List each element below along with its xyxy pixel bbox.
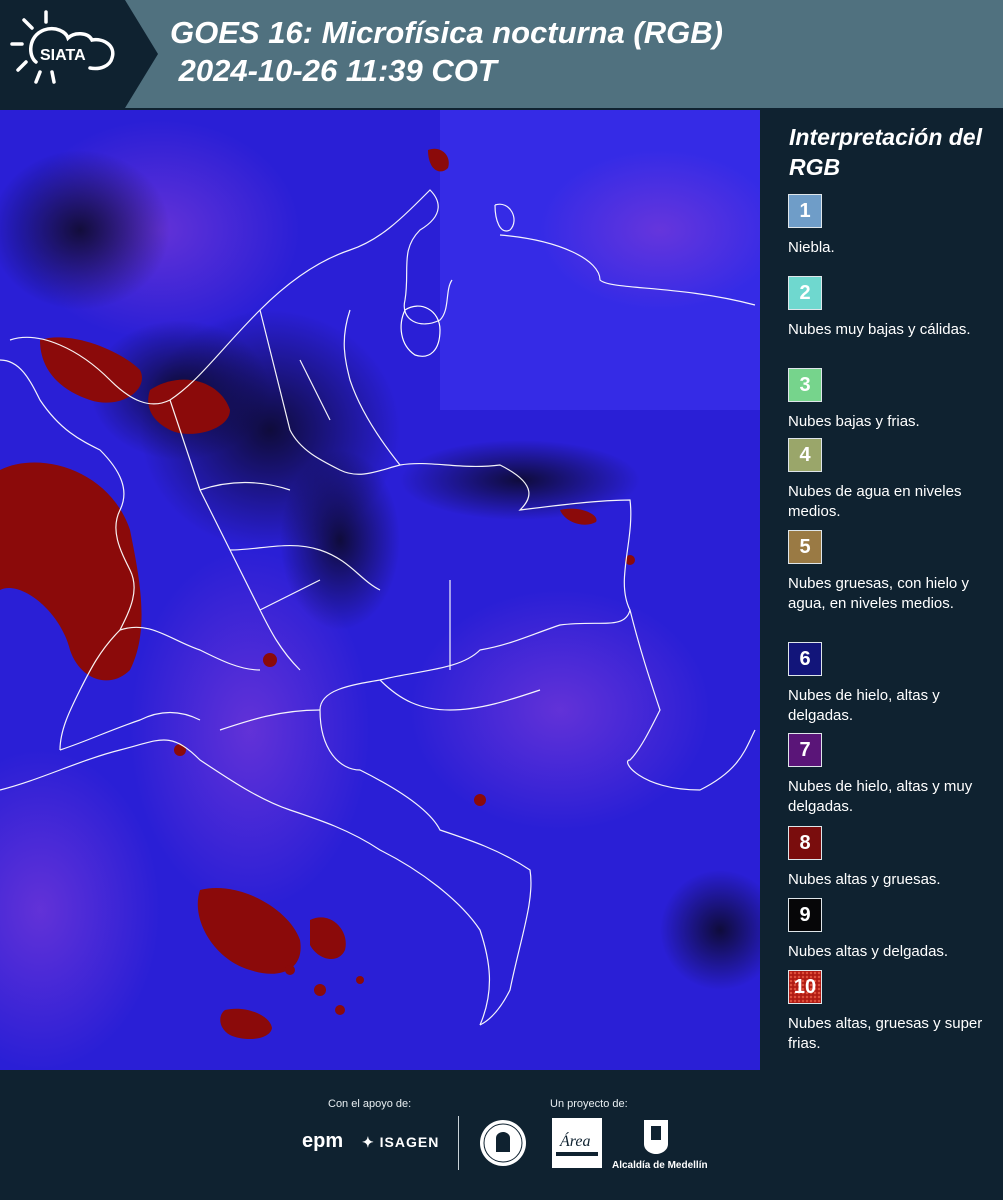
legend-label: Nubes altas y gruesas.: [788, 871, 941, 888]
legend-swatch: 2: [788, 276, 822, 310]
footer-divider: [458, 1116, 459, 1170]
legend-item-3: 3 Nubes bajas y frias.: [788, 368, 998, 432]
alcaldia-shield-icon[interactable]: [642, 1118, 670, 1156]
alcaldia-label: Alcaldía de Medellín: [612, 1160, 708, 1171]
legend-swatch: 6: [788, 642, 822, 676]
satellite-image: [0, 110, 760, 1070]
title-line-2: 2024-10-26 11:39 COT: [170, 53, 497, 88]
legend-label: Nubes altas, gruesas y super frias.: [788, 1015, 983, 1052]
legend-label: Nubes muy bajas y cálidas.: [788, 321, 971, 338]
support-label: Con el apoyo de:: [328, 1098, 412, 1110]
title-line-1: GOES 16: Microfísica nocturna (RGB): [170, 15, 723, 50]
siata-logo-icon: SIATA: [0, 0, 158, 108]
legend-item-2: 2 Nubes muy bajas y cálidas.: [788, 276, 998, 340]
isagen-logo-text: ISAGEN: [379, 1134, 440, 1150]
area-metropolitana-logo[interactable]: Área: [552, 1118, 602, 1168]
legend-label: Nubes de agua en niveles medios.: [788, 483, 962, 520]
project-label: Un proyecto de:: [550, 1098, 628, 1110]
legend-item-6: 6 Nubes de hielo, altas y delgadas.: [788, 642, 998, 726]
legend-swatch: 10: [788, 970, 822, 1004]
legend-label: Nubes de hielo, altas y muy delgadas.: [788, 778, 973, 815]
legend-label: Niebla.: [788, 239, 835, 256]
legend-panel: Interpretación del RGB 1 Niebla. 2 Nubes…: [762, 110, 1003, 1070]
legend-item-10: 10 Nubes altas, gruesas y super frias.: [788, 970, 998, 1054]
page-title: GOES 16: Microfísica nocturna (RGB) 2024…: [170, 14, 723, 90]
area-metropolitana-text: Área: [559, 1131, 591, 1150]
legend-swatch: 5: [788, 530, 822, 564]
siata-logo[interactable]: SIATA: [0, 0, 160, 108]
legend-item-8: 8 Nubes altas y gruesas.: [788, 826, 998, 890]
header-bar: SIATA GOES 16: Microfísica nocturna (RGB…: [0, 0, 1003, 108]
legend-swatch: 9: [788, 898, 822, 932]
legend-label: Nubes bajas y frias.: [788, 413, 920, 430]
legend-label: Nubes altas y delgadas.: [788, 943, 949, 960]
seal-icon[interactable]: [478, 1118, 528, 1168]
legend-item-1: 1 Niebla.: [788, 194, 998, 258]
isagen-logo[interactable]: ✦ ISAGEN: [362, 1134, 439, 1151]
legend-swatch: 1: [788, 194, 822, 228]
footer: Con el apoyo de: Un proyecto de: epm ✦ I…: [0, 1070, 1003, 1200]
epm-logo[interactable]: epm: [302, 1130, 343, 1153]
legend-item-7: 7 Nubes de hielo, altas y muy delgadas.: [788, 733, 998, 817]
legend-swatch: 7: [788, 733, 822, 767]
legend-swatch: 4: [788, 438, 822, 472]
legend-label: Nubes gruesas, con hielo y agua, en nive…: [788, 575, 969, 612]
legend-item-9: 9 Nubes altas y delgadas.: [788, 898, 998, 962]
legend-swatch: 3: [788, 368, 822, 402]
siata-logo-text: SIATA: [40, 47, 86, 64]
satellite-map-graphic: [0, 110, 760, 1070]
legend-item-5: 5 Nubes gruesas, con hielo y agua, en ni…: [788, 530, 998, 614]
legend-label: Nubes de hielo, altas y delgadas.: [788, 687, 940, 724]
legend-title: Interpretación del RGB: [789, 124, 982, 180]
legend-item-4: 4 Nubes de agua en niveles medios.: [788, 438, 998, 522]
legend-swatch: 8: [788, 826, 822, 860]
